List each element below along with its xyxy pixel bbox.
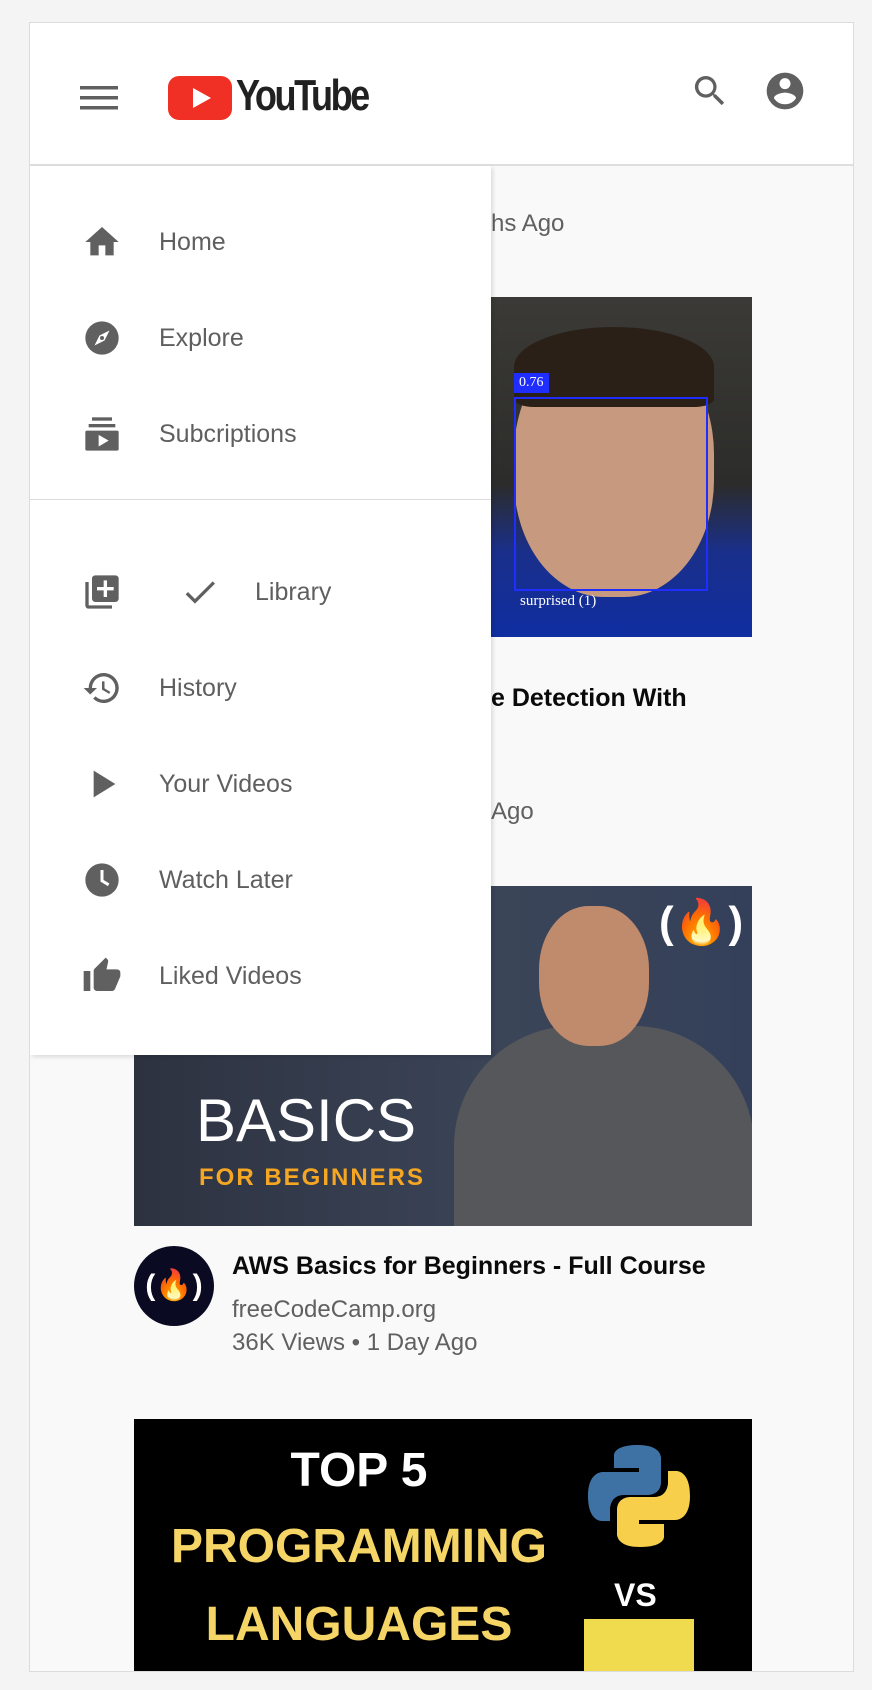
history-icon bbox=[83, 672, 119, 703]
drawer-item-subscriptions[interactable]: Subcriptions bbox=[30, 394, 491, 474]
subscriptions-icon bbox=[85, 417, 119, 451]
thumb-text: LANGUAGES bbox=[205, 1598, 513, 1651]
drawer-item-library[interactable]: Library bbox=[30, 552, 491, 632]
presenter-image bbox=[539, 906, 649, 1046]
video-title[interactable]: AWS Basics for Beginners - Full Course bbox=[232, 1252, 706, 1281]
video-meta: Ago bbox=[491, 798, 534, 825]
youtube-logo[interactable]: YouTube bbox=[168, 71, 378, 123]
account-circle-icon[interactable] bbox=[763, 69, 807, 118]
drawer-item-home[interactable]: Home bbox=[30, 202, 491, 282]
video-meta: hs Ago bbox=[491, 210, 565, 237]
python-logo bbox=[584, 1441, 694, 1551]
top-app-bar: YouTube bbox=[30, 23, 853, 166]
freecodecamp-logo: (🔥) bbox=[659, 898, 744, 947]
hamburger-icon[interactable] bbox=[80, 85, 118, 116]
detection-score: 0.76 bbox=[514, 373, 549, 393]
detection-box bbox=[514, 397, 708, 591]
channel-name[interactable]: freeCodeCamp.org bbox=[232, 1296, 436, 1324]
thumbs-up-icon bbox=[83, 957, 121, 991]
clock-icon bbox=[85, 863, 119, 897]
thumb-text: PROGRAMMING bbox=[171, 1520, 547, 1573]
play-icon bbox=[93, 770, 116, 798]
detection-label: surprised (1) bbox=[520, 593, 597, 609]
drawer-item-your-videos[interactable]: Your Videos bbox=[30, 744, 491, 824]
thumb-text: TOP 5 bbox=[290, 1444, 428, 1497]
drawer-item-history[interactable]: History bbox=[30, 648, 491, 728]
video-thumbnail[interactable]: TOP 5 PROGRAMMING LANGUAGES VS JS bbox=[134, 1419, 752, 1671]
video-stats: 36K Views • 1 Day Ago bbox=[232, 1329, 478, 1356]
app-frame: hs Ago 0.76 surprised (1) e Detection Wi… bbox=[29, 22, 854, 1672]
home-icon bbox=[85, 227, 119, 256]
search-icon[interactable] bbox=[690, 71, 730, 116]
video-title[interactable]: e Detection With bbox=[491, 684, 687, 713]
thumb-text: VS bbox=[614, 1577, 657, 1613]
navigation-drawer: Home Explore Subcriptions Library Histor… bbox=[30, 166, 491, 1055]
thumb-text: BASICS bbox=[196, 1087, 417, 1154]
drawer-item-liked-videos[interactable]: Liked Videos bbox=[30, 936, 491, 1016]
drawer-item-explore[interactable]: Explore bbox=[30, 298, 491, 378]
javascript-logo: JS bbox=[584, 1619, 694, 1671]
library-add-icon bbox=[85, 575, 119, 609]
check-icon bbox=[185, 581, 215, 604]
compass-icon bbox=[85, 321, 119, 355]
thumb-text: FOR BEGINNERS bbox=[199, 1164, 426, 1191]
channel-avatar[interactable]: (🔥) bbox=[134, 1246, 214, 1326]
drawer-item-watch-later[interactable]: Watch Later bbox=[30, 840, 491, 920]
drawer-divider bbox=[30, 499, 491, 500]
